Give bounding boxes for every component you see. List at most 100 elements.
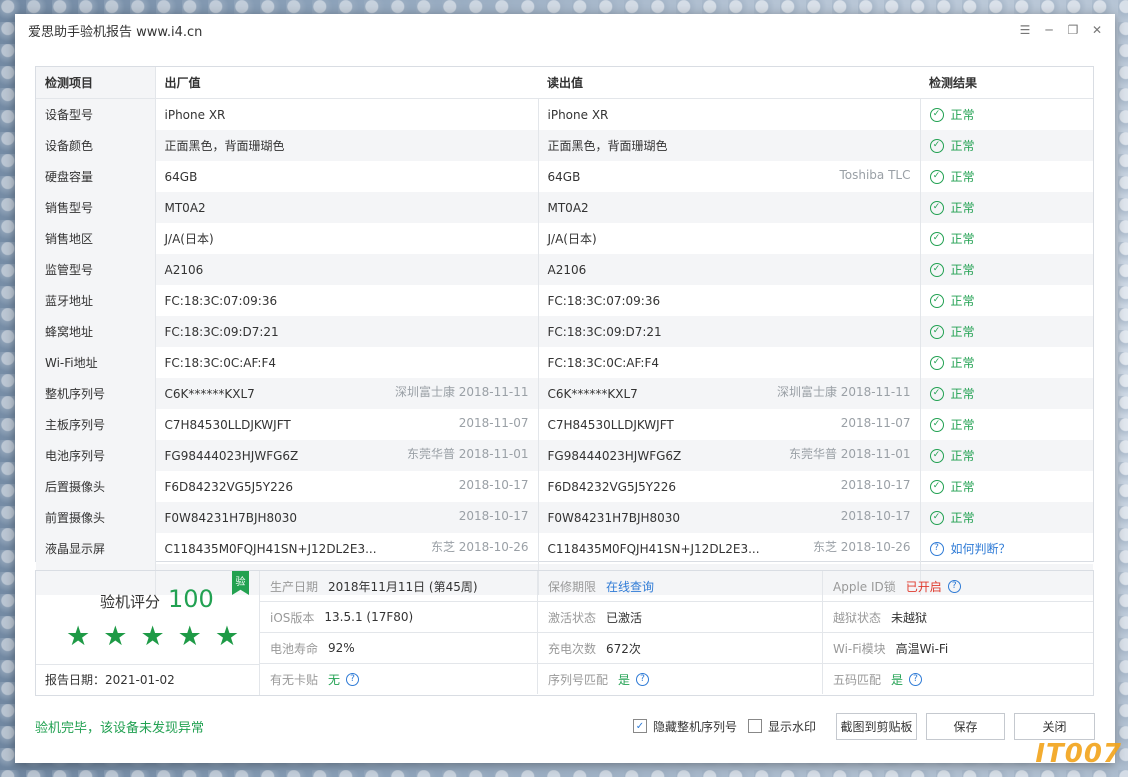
status-message: 验机完毕，该设备未发现异常 [35,720,205,736]
factory-value: 64GB [164,169,198,184]
help-icon[interactable]: ? [909,672,923,686]
row-item-label: 主板序列号 [36,409,156,440]
menu-icon[interactable]: ☰ [1017,22,1033,38]
info-key: 电池寿命 [270,641,319,656]
read-meta: Toshiba TLC [839,168,911,182]
result-cell: ✓ 正常 [920,161,1093,192]
info-key: 越狱状态 [833,610,882,625]
check-table: 检测项目 出厂值 读出值 检测结果 设备型号 iPhone XR iPhone XR… [36,67,1093,595]
factory-value: J/A(日本) [164,232,214,246]
minimize-icon[interactable]: ─ [1041,22,1057,38]
result-cell: ✓ 正常 [920,130,1093,161]
factory-value-cell: C118435M0FQJH41SN+J12DL2E3... 东芝 2018-10-… [155,533,539,564]
checkbox-box[interactable] [747,719,762,733]
row-item-label: Wi-Fi地址 [36,347,156,378]
star-icon: ★ [66,621,91,652]
read-value-cell: FC:18:3C:09:D7:21 [538,316,921,347]
info-cell: 激活状态 已激活 [538,602,823,633]
result-ok: ✓ 正常 [929,261,1093,278]
title-bar: 爱思助手验机报告 www.i4.cn ☰ ─ ❐ ✕ [15,14,1115,46]
header-read: 读出值 [538,67,920,99]
check-circle-icon: ✓ [929,324,944,339]
factory-value-cell: F0W84231H7BJH8030 2018-10-17 [155,502,539,533]
table-row: 蓝牙地址 FC:18:3C:07:09:36 FC:18:3C:07:09:36 ✓ 正… [36,285,1093,316]
result-cell: ✓ 正常 [920,440,1093,471]
how-to-judge-link[interactable]: ? 如何判断？ [929,540,1093,557]
hide-serial-checkbox[interactable]: ✓ 隐藏整机序列号 [632,718,737,735]
save-button[interactable]: 保存 [926,712,1005,740]
read-value: 64GB [547,169,581,184]
table-row: 硬盘容量 64GB 64GB Toshiba TLC ✓ 正常 [36,161,1093,192]
read-value-cell: F0W84231H7BJH8030 2018-10-17 [538,502,921,533]
report-window: 爱思助手验机报告 www.i4.cn ☰ ─ ❐ ✕ 检测项目 出厂值 读出值 … [15,14,1115,763]
read-value: F0W84231H7BJH8030 [547,510,681,525]
info-key: Wi-Fi模块 [833,641,886,656]
check-circle-icon: ✓ [929,169,944,184]
info-key: 有无卡贴 [270,672,319,687]
result-cell: ✓ 正常 [920,378,1093,409]
table-row: 销售地区 J/A(日本) J/A(日本) ✓ 正常 [36,223,1093,254]
read-value-cell: FG98444023HJWFG6Z 东莞华普 2018-11-01 [538,440,921,471]
copy-screenshot-button[interactable]: 截图到剪贴板 [836,712,917,740]
check-circle-icon: ✓ [929,355,944,370]
info-cell: 保修期限 在线查询 [538,571,823,602]
close-icon[interactable]: ✕ [1089,22,1105,38]
result-cell: ✓ 正常 [920,347,1093,378]
corner-watermark-logo: IT007 [1035,739,1122,769]
factory-value: FC:18:3C:0C:AF:F4 [164,355,277,370]
table-row: 电池序列号 FG98444023HJWFG6Z 东莞华普 2018-11-01 FG9… [36,440,1093,471]
result-cell: ✓ 正常 [920,471,1093,502]
read-value: FC:18:3C:09:D7:21 [547,324,662,339]
result-text: 正常 [950,232,975,246]
read-meta: 2018-10-17 [840,509,911,523]
row-item-label: 设备颜色 [36,130,156,161]
result-ok: ✓ 正常 [929,106,1093,123]
factory-value: MT0A2 [164,200,206,215]
result-ok: ✓ 正常 [929,168,1093,185]
info-value: 2018年11月11日 (第45周) [328,579,478,594]
factory-value-cell: MT0A2 [155,192,539,223]
result-cell[interactable]: ? 如何判断？ [920,533,1093,564]
read-value-cell: 正面黑色，背面珊瑚色 [538,130,921,161]
factory-value: C7H84530LLDJKWJFT [164,417,291,432]
row-item-label: 销售型号 [36,192,156,223]
read-value: FG98444023HJWFG6Z [547,448,682,463]
row-item-label: 前置摄像头 [36,502,156,533]
result-cell: ✓ 正常 [920,254,1093,285]
check-circle-icon: ✓ [929,386,944,401]
help-icon[interactable]: ? [346,672,360,686]
read-value-cell: FC:18:3C:0C:AF:F4 [538,347,921,378]
factory-meta: 2018-11-07 [458,416,529,430]
result-text: 正常 [950,170,975,184]
help-icon[interactable]: ? [636,672,650,686]
help-icon[interactable]: ? [947,579,961,593]
info-cell: Apple ID锁 已开启? [823,571,1093,602]
info-cell: 生产日期 2018年11月11日 (第45周) [260,571,538,602]
table-row: 设备颜色 正面黑色，背面珊瑚色 正面黑色，背面珊瑚色 ✓ 正常 [36,130,1093,161]
result-text: 正常 [950,418,975,432]
row-item-label: 销售地区 [36,223,156,254]
online-query-link[interactable]: 在线查询 [606,578,654,595]
read-meta: 东芝 2018-10-26 [812,540,911,554]
factory-value-cell: F6D84232VG5J5Y226 2018-10-17 [155,471,539,502]
read-meta: 东莞华普 2018-11-01 [788,447,911,461]
restore-icon[interactable]: ❐ [1065,22,1081,38]
read-value: C6K******KXL7 [547,386,638,401]
result-cell: ✓ 正常 [920,409,1093,440]
read-value-cell: J/A(日本) [538,223,921,254]
checkbox-box[interactable]: ✓ [632,719,647,733]
info-cell: 五码匹配是? [823,664,1093,694]
show-watermark-checkbox[interactable]: 显示水印 [747,718,816,735]
factory-value-cell: FC:18:3C:07:09:36 [155,285,539,316]
read-value-cell: iPhone XR [538,98,921,130]
factory-value: FC:18:3C:09:D7:21 [164,324,279,339]
table-header-row: 检测项目 出厂值 读出值 检测结果 [36,67,1093,99]
read-value: MT0A2 [547,200,589,215]
info-value: 是 [891,672,904,687]
table-row: 液晶显示屏 C118435M0FQJH41SN+J12DL2E3... 东芝 201… [36,533,1093,564]
score-value: 100 [168,585,214,613]
result-ok: ✓ 正常 [929,354,1093,371]
close-button[interactable]: 关闭 [1014,712,1095,740]
info-value: 672次 [606,641,641,656]
factory-meta: 东莞华普 2018-11-01 [406,447,529,461]
